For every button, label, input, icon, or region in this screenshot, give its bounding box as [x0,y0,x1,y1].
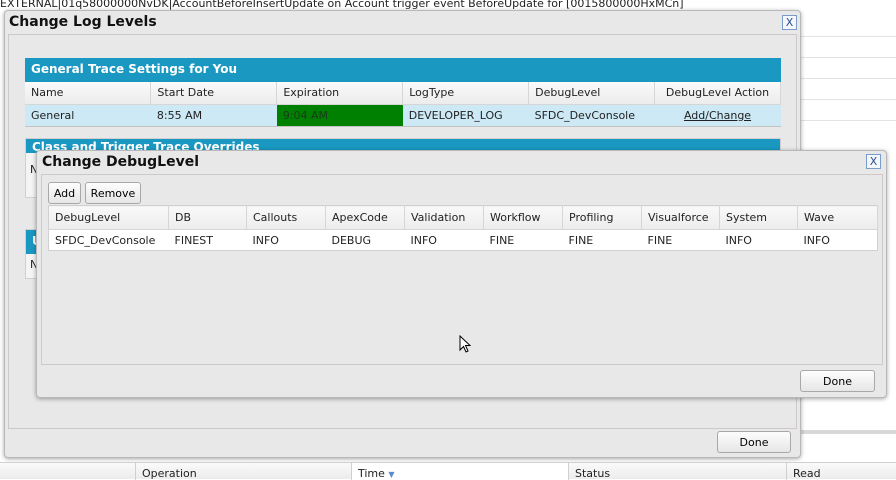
general-trace-table: Name Start Date Expiration LogType Debug… [25,82,781,127]
cell-validation: INFO [404,229,484,251]
col-db: DB [168,205,247,230]
general-trace-section: General Trace Settings for You Name Star… [25,58,781,127]
cell-logtype: DEVELOPER_LOG [402,104,529,127]
log-table-header: Operation Time ▼ Status Read [0,462,896,480]
divider [800,99,896,100]
col-wave: Wave [797,205,878,230]
col-start-date: Start Date [150,82,278,105]
divider [800,57,896,58]
dialog-title: Change DebugLevel [42,154,200,170]
col-debuglevel: DebugLevel [528,82,656,105]
remove-button[interactable]: Remove [85,182,141,204]
col-debuglevel-action: DebugLevel Action [654,82,781,105]
cell-debuglevel: SFDC_DevConsole [48,229,169,251]
close-icon[interactable]: X [866,154,881,169]
cell-name: General [25,104,151,127]
dialog-title: Change Log Levels [9,14,157,30]
add-change-link[interactable]: Add/Change [654,104,781,127]
col-callouts: Callouts [246,205,326,230]
col-debuglevel: DebugLevel [48,205,169,230]
col-logtype: LogType [402,82,530,105]
divider [800,36,896,37]
close-icon[interactable]: X [782,15,797,30]
cell-start: 8:55 AM [150,104,277,127]
change-debuglevel-dialog: Change DebugLevel X Add Remove DebugLeve… [36,150,887,398]
cell-debuglevel: SFDC_DevConsole [528,104,655,127]
add-button[interactable]: Add [48,182,81,204]
col-apexcode: ApexCode [325,205,405,230]
col-expiration: Expiration [276,82,404,105]
cell-workflow: FINE [483,229,563,251]
col-visualforce: Visualforce [641,205,720,230]
cell-expiration[interactable]: 9:04 AM [276,104,403,127]
col-profiling: Profiling [562,205,642,230]
debuglevel-table: DebugLevel DB Callouts ApexCode Validation Wo… [48,205,878,251]
col-validation: Validation [404,205,484,230]
mouse-cursor-icon [459,335,471,353]
col-status[interactable]: Status [568,463,616,480]
done-button[interactable]: Done [717,431,791,453]
section-title: General Trace Settings for You [25,58,781,82]
log-line: EXTERNAL|01q58000000NvDK|AccountBeforeIn… [0,0,684,10]
divider [800,78,896,79]
table-row[interactable]: General 8:55 AM 9:04 AM DEVELOPER_LOG SF… [25,104,781,127]
col-system: System [719,205,798,230]
cell-callouts: INFO [246,229,326,251]
col-read[interactable]: Read [786,463,827,480]
cell-system: INFO [719,229,798,251]
divider [800,430,896,434]
cell-profiling: FINE [562,229,642,251]
cell-visualforce: FINE [641,229,720,251]
cell-apexcode: DEBUG [325,229,405,251]
done-button[interactable]: Done [800,370,875,392]
divider [800,120,896,121]
col-time[interactable]: Time ▼ [351,463,568,480]
col-workflow: Workflow [483,205,563,230]
cell-db: FINEST [168,229,247,251]
cell-wave: INFO [797,229,878,251]
table-row[interactable]: SFDC_DevConsole FINEST INFO DEBUG INFO FINE FI… [48,229,878,251]
col-time-label: Time [358,467,385,480]
col-operation[interactable]: Operation [135,463,203,480]
col-name: Name [25,82,152,105]
sort-down-arrow-icon: ▼ [388,470,395,479]
